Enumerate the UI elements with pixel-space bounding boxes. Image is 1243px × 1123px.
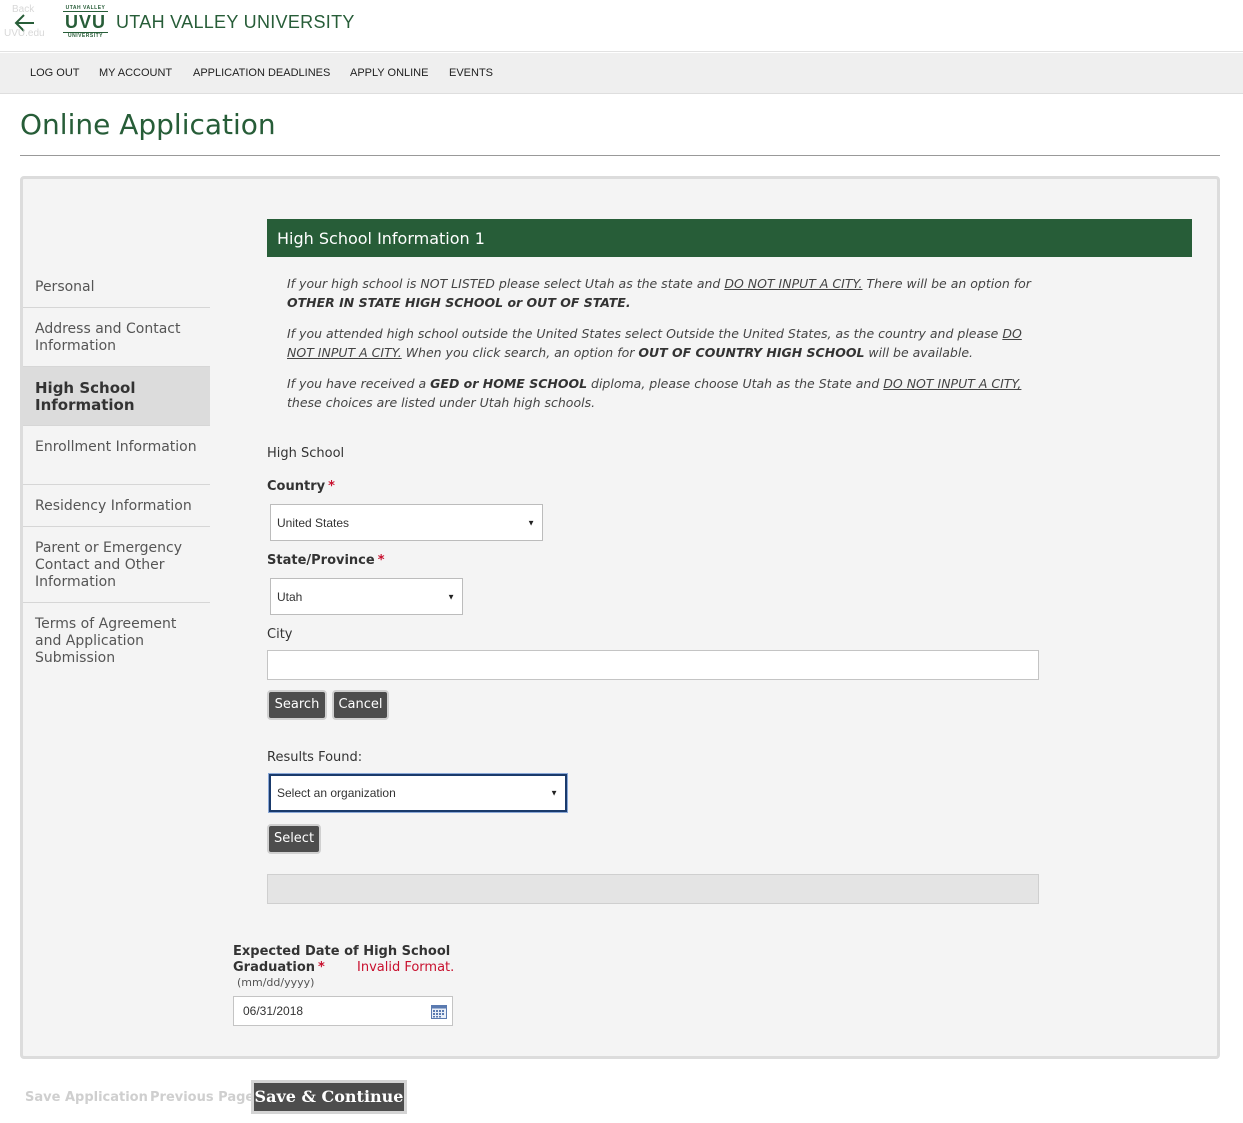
grad-date-label-line2: Graduation * bbox=[233, 960, 325, 975]
sidebar-item-high-school[interactable]: High School Information bbox=[23, 367, 210, 426]
grad-date-error: Invalid Format. bbox=[357, 960, 455, 975]
select-button[interactable]: Select bbox=[267, 824, 321, 854]
sidebar-item-terms[interactable]: Terms of Agreement and Application Submi… bbox=[23, 603, 210, 679]
main-nav: LOG OUT MY ACCOUNT APPLICATION DEADLINES… bbox=[0, 53, 1243, 94]
high-school-label: High School bbox=[267, 446, 345, 461]
sidebar-item-enrollment[interactable]: Enrollment Information bbox=[23, 426, 210, 485]
logo-top-text: UTAH VALLEY bbox=[63, 5, 108, 12]
grad-date-input[interactable]: 06/31/2018 bbox=[233, 996, 453, 1026]
sidebar-item-label: Terms of Agreement and Application Submi… bbox=[35, 616, 177, 666]
state-label: State/Province * bbox=[267, 553, 385, 568]
title-divider bbox=[20, 155, 1220, 156]
cancel-button[interactable]: Cancel bbox=[332, 690, 389, 720]
uvu-logo[interactable]: UTAH VALLEY UVU UNIVERSITY bbox=[63, 5, 108, 41]
sidebar-item-address-contact[interactable]: Address and Contact Information bbox=[23, 308, 210, 367]
nav-application-deadlines[interactable]: APPLICATION DEADLINES bbox=[193, 67, 330, 79]
logo-bottom-text: UNIVERSITY bbox=[63, 32, 108, 39]
state-select-value: Utah bbox=[277, 589, 303, 604]
save-application-link[interactable]: Save Application bbox=[25, 1090, 148, 1105]
nav-apply-online[interactable]: APPLY ONLINE bbox=[350, 67, 428, 79]
results-select[interactable]: Select an organization ▼ bbox=[269, 774, 567, 812]
note-not-listed: If your high school is NOT LISTED please… bbox=[287, 276, 1031, 310]
page-title: Online Application bbox=[20, 108, 276, 141]
section-header: High School Information 1 bbox=[267, 219, 1192, 257]
results-select-value: Select an organization bbox=[277, 786, 396, 800]
required-mark: * bbox=[328, 479, 335, 494]
country-select[interactable]: United States ▼ bbox=[270, 504, 543, 541]
sidebar-item-parent-contact[interactable]: Parent or Emergency Contact and Other In… bbox=[23, 527, 210, 603]
sidebar-item-label: Personal bbox=[35, 279, 95, 295]
instruction-notes: If your high school is NOT LISTED please… bbox=[287, 274, 1047, 424]
top-header: Back UVU.edu UTAH VALLEY UVU UNIVERSITY … bbox=[0, 0, 1243, 52]
nav-my-account[interactable]: MY ACCOUNT bbox=[99, 67, 172, 79]
chevron-down-icon: ▼ bbox=[527, 518, 535, 527]
previous-page-link[interactable]: Previous Page bbox=[150, 1090, 254, 1105]
city-label: City bbox=[267, 627, 293, 642]
sidebar-item-residency[interactable]: Residency Information bbox=[23, 485, 210, 527]
required-mark: * bbox=[377, 553, 385, 568]
back-button[interactable]: Back UVU.edu bbox=[4, 2, 52, 42]
note-outside-us: If you attended high school outside the … bbox=[287, 326, 1022, 360]
nav-events[interactable]: EVENTS bbox=[449, 67, 493, 79]
logo-mark: UVU bbox=[64, 12, 106, 32]
calendar-icon[interactable] bbox=[431, 1005, 447, 1019]
grad-date-label-line1: Expected Date of High School bbox=[233, 944, 451, 959]
step-sidebar: Personal Address and Contact Information… bbox=[23, 266, 210, 679]
sidebar-item-label: Residency Information bbox=[35, 498, 192, 514]
search-button[interactable]: Search bbox=[267, 690, 327, 720]
nav-log-out[interactable]: LOG OUT bbox=[30, 67, 80, 79]
grad-date-hint: (mm/dd/yyyy) bbox=[237, 976, 315, 989]
sidebar-item-label: High School Information bbox=[35, 379, 136, 414]
sidebar-item-personal[interactable]: Personal bbox=[23, 266, 210, 308]
back-site-label: UVU.edu bbox=[4, 28, 45, 39]
sidebar-item-label: Enrollment Information bbox=[35, 439, 197, 455]
results-display-bar bbox=[267, 874, 1039, 904]
save-continue-button[interactable]: Save & Continue bbox=[251, 1080, 407, 1114]
note-ged-home-school: If you have received a GED or HOME SCHOO… bbox=[287, 376, 1022, 410]
grad-date-value: 06/31/2018 bbox=[243, 1004, 304, 1018]
country-select-value: United States bbox=[277, 515, 350, 530]
required-mark: * bbox=[318, 960, 325, 975]
chevron-down-icon: ▼ bbox=[447, 592, 455, 601]
sidebar-item-label: Address and Contact Information bbox=[35, 321, 181, 354]
chevron-down-icon: ▼ bbox=[550, 788, 558, 798]
state-select[interactable]: Utah ▼ bbox=[270, 578, 463, 615]
university-name[interactable]: UTAH VALLEY UNIVERSITY bbox=[116, 12, 355, 33]
city-input[interactable] bbox=[267, 650, 1039, 680]
sidebar-item-label: Parent or Emergency Contact and Other In… bbox=[35, 540, 182, 590]
country-label: Country * bbox=[267, 479, 335, 494]
results-found-label: Results Found: bbox=[267, 750, 363, 765]
